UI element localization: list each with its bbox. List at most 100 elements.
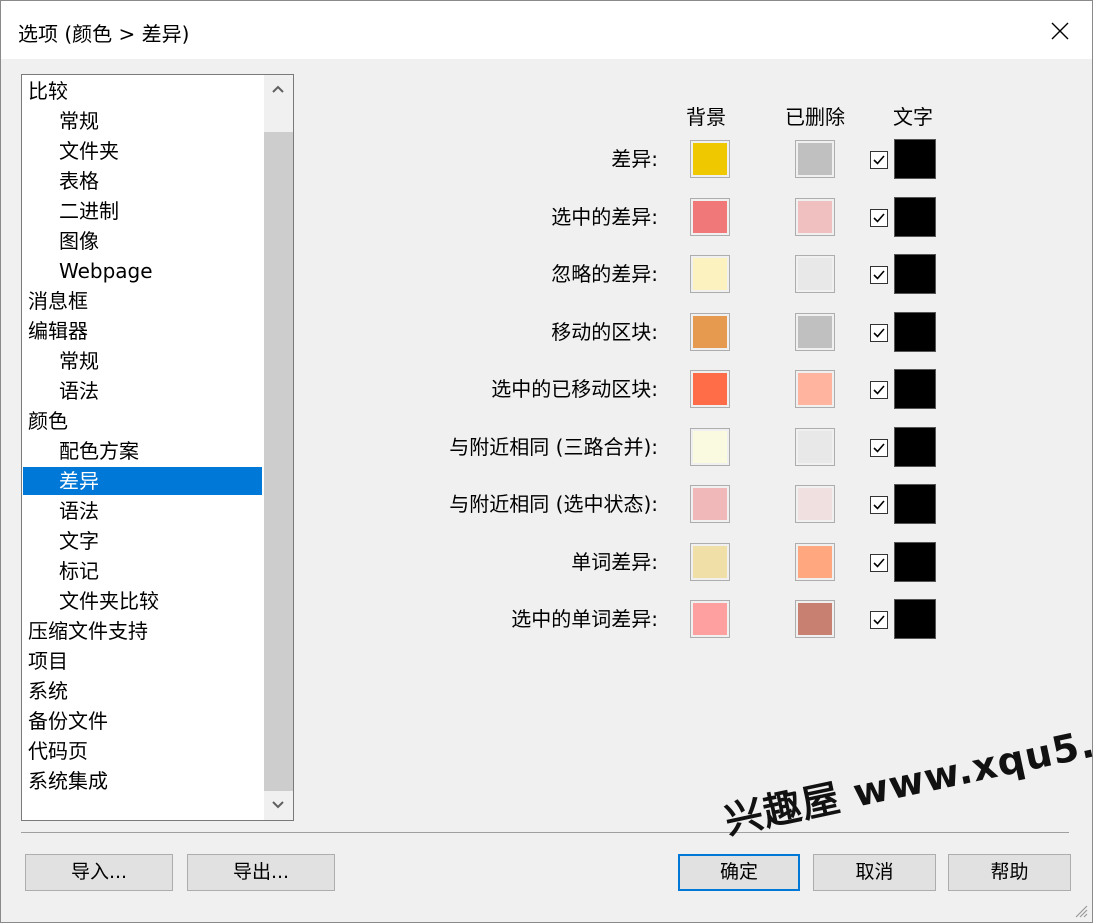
tree-item[interactable]: 配色方案 (59, 437, 139, 465)
tree-item[interactable]: 文件夹 (59, 137, 119, 165)
tree-item[interactable]: 代码页 (28, 737, 88, 765)
background-color-swatch[interactable] (690, 198, 730, 236)
deleted-color-swatch[interactable] (795, 370, 835, 408)
tree-item[interactable]: 表格 (59, 167, 99, 195)
checkmark-icon (873, 155, 885, 165)
background-color-swatch[interactable] (690, 485, 730, 523)
text-color-swatch[interactable] (894, 427, 936, 467)
text-color-checkbox[interactable] (870, 381, 888, 399)
export-button[interactable]: 导出... (187, 854, 335, 891)
tree-item[interactable]: Webpage (59, 257, 153, 285)
tree-item[interactable]: 文件夹比较 (59, 587, 159, 615)
background-color-swatch-fill (693, 373, 727, 405)
background-color-swatch[interactable] (690, 255, 730, 293)
tree-item[interactable]: 消息框 (28, 287, 88, 315)
tree-item[interactable]: 颜色 (28, 407, 68, 435)
checkmark-icon (873, 213, 885, 223)
cancel-button[interactable]: 取消 (813, 854, 936, 891)
tree-item[interactable]: 比较 (28, 77, 68, 105)
color-row-label: 选中的单词差异: (511, 607, 658, 631)
tree-item[interactable]: 项目 (28, 647, 68, 675)
text-color-swatch[interactable] (894, 312, 936, 352)
options-tree[interactable]: 比较 常规 文件夹 表格 二进制 图像 Webpage 消息框 编辑器 常规 语法 颜色 配色方案 差异语… (21, 74, 294, 821)
background-color-swatch[interactable] (690, 140, 730, 178)
help-button[interactable]: 帮助 (948, 854, 1071, 891)
text-color-swatch[interactable] (894, 542, 936, 582)
tree-item[interactable]: 常规 (59, 107, 99, 135)
text-color-checkbox[interactable] (870, 611, 888, 629)
column-header-deleted: 已删除 (785, 105, 845, 129)
text-color-checkbox[interactable] (870, 439, 888, 457)
tree-item[interactable]: 差异 (23, 467, 262, 495)
tree-item[interactable]: 系统 (28, 677, 68, 705)
tree-item[interactable]: 标记 (59, 557, 99, 585)
text-color-checkbox[interactable] (870, 496, 888, 514)
background-color-swatch[interactable] (690, 370, 730, 408)
tree-item[interactable]: 常规 (59, 347, 99, 375)
checkmark-icon (873, 558, 885, 568)
tree-item[interactable]: 编辑器 (28, 317, 88, 345)
background-color-swatch[interactable] (690, 313, 730, 351)
deleted-color-swatch-fill (798, 431, 832, 463)
tree-item[interactable]: 二进制 (59, 197, 119, 225)
tree-item[interactable]: 文字 (59, 527, 99, 555)
tree-item[interactable]: 系统集成 (28, 767, 108, 795)
scroll-up-button[interactable] (264, 75, 293, 104)
background-color-swatch-fill (693, 316, 727, 348)
column-header-text: 文字 (893, 105, 933, 129)
text-color-checkbox[interactable] (870, 324, 888, 342)
text-color-swatch[interactable] (894, 599, 936, 639)
color-row-label: 忽略的差异: (551, 262, 658, 286)
checkmark-icon (873, 328, 885, 338)
tree-scrollbar[interactable] (264, 75, 293, 820)
background-color-swatch-fill (693, 488, 727, 520)
scroll-thumb[interactable] (264, 132, 293, 791)
deleted-color-swatch-fill (798, 143, 832, 175)
color-row-label: 选中的差异: (551, 205, 658, 229)
deleted-color-swatch-fill (798, 258, 832, 290)
text-color-checkbox[interactable] (870, 554, 888, 572)
deleted-color-swatch[interactable] (795, 428, 835, 466)
tree-item[interactable]: 备份文件 (28, 707, 108, 735)
deleted-color-swatch[interactable] (795, 140, 835, 178)
ok-button[interactable]: 确定 (678, 854, 800, 891)
text-color-swatch[interactable] (894, 197, 936, 237)
tree-item[interactable]: 图像 (59, 227, 99, 255)
deleted-color-swatch-fill (798, 603, 832, 635)
deleted-color-swatch-fill (798, 488, 832, 520)
deleted-color-swatch-fill (798, 373, 832, 405)
checkmark-icon (873, 615, 885, 625)
text-color-swatch[interactable] (894, 484, 936, 524)
text-color-checkbox[interactable] (870, 266, 888, 284)
background-color-swatch-fill (693, 546, 727, 578)
background-color-swatch[interactable] (690, 543, 730, 581)
window-title: 选项 (颜色 > 差异) (18, 22, 190, 46)
background-color-swatch[interactable] (690, 428, 730, 466)
text-color-checkbox[interactable] (870, 151, 888, 169)
tree-item[interactable]: 压缩文件支持 (28, 617, 148, 645)
chevron-down-icon (272, 801, 284, 809)
text-color-swatch[interactable] (894, 139, 936, 179)
deleted-color-swatch[interactable] (795, 255, 835, 293)
background-color-swatch[interactable] (690, 600, 730, 638)
scroll-down-button[interactable] (264, 791, 293, 820)
color-row-label: 与附近相同 (选中状态): (449, 492, 658, 516)
close-icon (1051, 22, 1069, 40)
tree-item[interactable]: 语法 (59, 497, 99, 525)
deleted-color-swatch[interactable] (795, 313, 835, 351)
checkmark-icon (873, 500, 885, 510)
text-color-checkbox[interactable] (870, 209, 888, 227)
deleted-color-swatch[interactable] (795, 543, 835, 581)
checkmark-icon (873, 270, 885, 280)
deleted-color-swatch[interactable] (795, 198, 835, 236)
close-button[interactable] (1040, 11, 1080, 51)
text-color-swatch[interactable] (894, 369, 936, 409)
deleted-color-swatch[interactable] (795, 600, 835, 638)
text-color-swatch[interactable] (894, 254, 936, 294)
background-color-swatch-fill (693, 431, 727, 463)
background-color-swatch-fill (693, 258, 727, 290)
import-button[interactable]: 导入... (25, 854, 173, 891)
deleted-color-swatch[interactable] (795, 485, 835, 523)
tree-item[interactable]: 语法 (59, 377, 99, 405)
resize-grip-icon[interactable] (1072, 902, 1088, 918)
